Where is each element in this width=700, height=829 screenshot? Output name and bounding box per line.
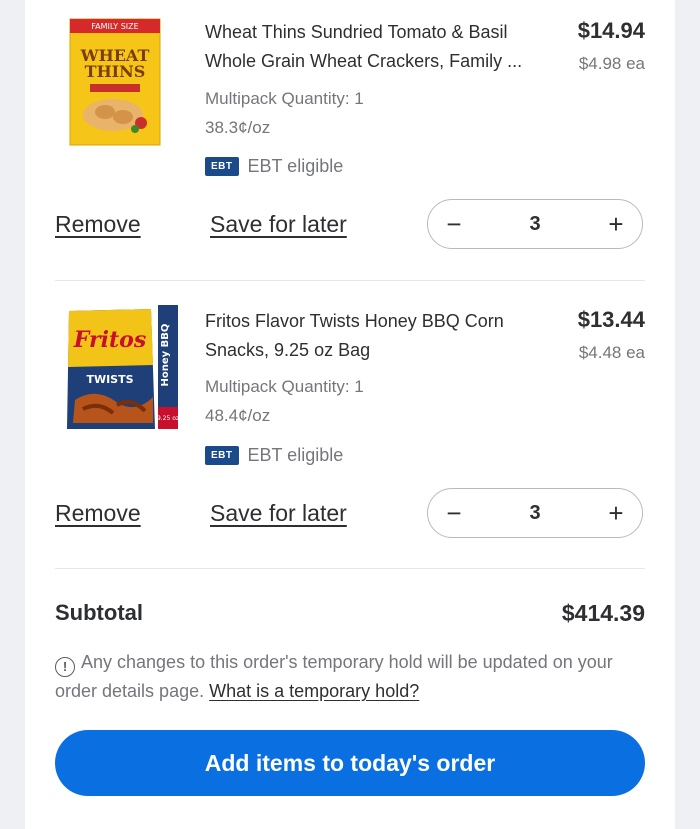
unit-price: $4.98 ea <box>578 54 645 73</box>
cart-panel: FAMILY SIZE WHEAT THINS Wheat Thins Sund… <box>25 0 675 829</box>
product-price: $14.94 <box>577 18 645 43</box>
quantity-value: 3 <box>529 212 541 235</box>
product-price: $13.44 <box>577 307 645 332</box>
remove-button[interactable]: Remove <box>55 211 141 238</box>
item-divider <box>55 568 645 569</box>
bag-side-text: Honey BBQ <box>160 324 171 387</box>
bag-size-text: 9.25 oz <box>157 415 179 422</box>
ebt-eligible-label: EBT eligible <box>247 445 344 465</box>
quantity-value: 3 <box>529 501 541 524</box>
ebt-badge: EBT <box>205 157 239 176</box>
quantity-stepper: − 3 + <box>427 488 643 538</box>
multipack-quantity: Multipack Quantity: 1 <box>205 89 364 108</box>
increase-quantity-button[interactable]: + <box>590 211 642 237</box>
ebt-badge: EBT <box>205 446 239 465</box>
increase-quantity-button[interactable]: + <box>590 500 642 526</box>
wheat-thins-box-image: FAMILY SIZE WHEAT THINS <box>69 18 161 146</box>
subtotal-value: $414.39 <box>561 600 645 626</box>
temporary-hold-link[interactable]: What is a temporary hold? <box>209 681 419 701</box>
item-divider <box>55 280 645 281</box>
add-items-to-order-button[interactable]: Add items to today's order <box>55 730 645 796</box>
save-for-later-button[interactable]: Save for later <box>210 211 347 238</box>
subtotal-label: Subtotal <box>55 600 143 625</box>
bag-sub-text: TWISTS <box>86 373 133 386</box>
bag-brand-text: Fritos <box>73 327 146 353</box>
box-brand-line2: THINS <box>85 62 146 81</box>
price-per-oz: 38.3¢/oz <box>205 118 271 137</box>
ebt-eligibility: EBT EBT eligible <box>205 445 343 466</box>
ebt-eligibility: EBT EBT eligible <box>205 156 343 177</box>
remove-button[interactable]: Remove <box>55 500 141 527</box>
cart-item: FAMILY SIZE WHEAT THINS Wheat Thins Sund… <box>25 0 675 285</box>
product-title[interactable]: Fritos Flavor Twists Honey BBQ Corn Snac… <box>205 307 555 365</box>
quantity-stepper: − 3 + <box>427 199 643 249</box>
product-title[interactable]: Wheat Thins Sundried Tomato & Basil Whol… <box>205 18 555 76</box>
temporary-hold-notice: ! Any changes to this order's temporary h… <box>55 648 655 705</box>
price-per-oz: 48.4¢/oz <box>205 406 271 425</box>
save-for-later-button[interactable]: Save for later <box>210 500 347 527</box>
unit-price: $4.48 ea <box>578 343 645 362</box>
decrease-quantity-button[interactable]: − <box>428 500 480 526</box>
box-top-text: FAMILY SIZE <box>91 22 138 31</box>
fritos-bag-image: Fritos TWISTS Honey BBQ 9.25 oz <box>67 305 179 429</box>
multipack-quantity: Multipack Quantity: 1 <box>205 377 364 396</box>
ebt-eligible-label: EBT eligible <box>247 156 344 176</box>
cart-item: Fritos TWISTS Honey BBQ 9.25 oz Fritos F… <box>25 285 675 570</box>
info-icon: ! <box>55 657 75 677</box>
decrease-quantity-button[interactable]: − <box>428 211 480 237</box>
